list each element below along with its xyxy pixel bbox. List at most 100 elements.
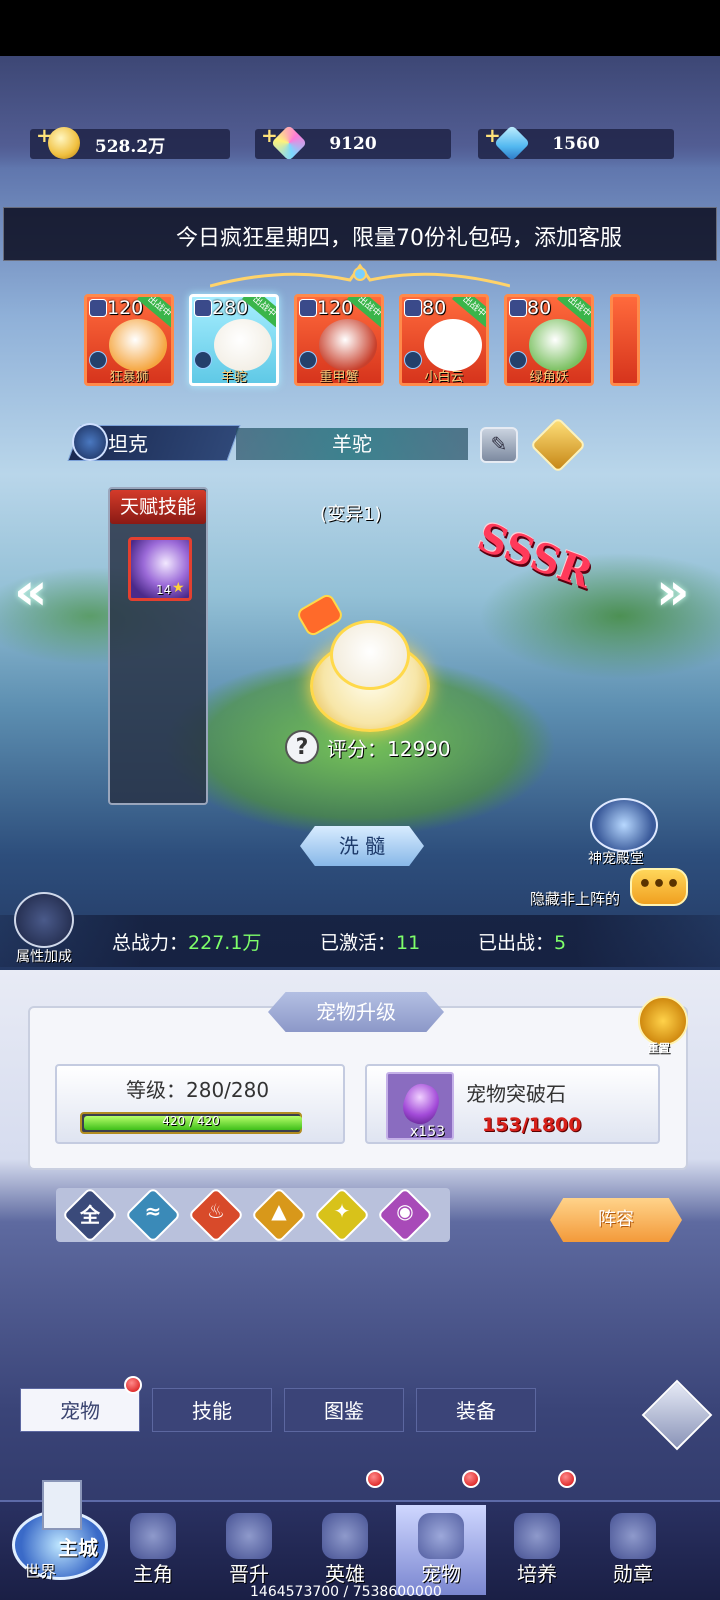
pet-card-name: 重甲蟹 (319, 370, 359, 385)
next-pet-arrow-icon[interactable]: » (656, 562, 690, 622)
pet-portrait (214, 319, 272, 371)
nav-item[interactable]: 主角 (108, 1505, 198, 1595)
sub-tab[interactable]: 装备 (416, 1388, 536, 1432)
pet-card-name: 绿角妖 (529, 370, 569, 385)
nav-icon (130, 1513, 176, 1559)
pet-portrait (424, 319, 482, 371)
pet-card[interactable]: 80 出战中 小白云 (399, 294, 489, 386)
attribute-bonus-icon[interactable] (14, 892, 74, 948)
nav-item[interactable]: 培养 (492, 1505, 582, 1595)
element-icon (509, 299, 527, 317)
pet-temple-icon[interactable] (590, 798, 658, 852)
notification-dot (558, 1470, 576, 1488)
sub-tab[interactable]: 图鉴 (284, 1388, 404, 1432)
pet-variant: (变异1) (320, 504, 382, 525)
pet-card[interactable]: 120 出战中 重甲蟹 (294, 294, 384, 386)
pet-card[interactable]: 80 出战中 绿角妖 (504, 294, 594, 386)
talent-title: 天赋技能 (110, 490, 206, 524)
gold-value: 528.2万 (94, 136, 166, 157)
element-icon (404, 299, 422, 317)
help-icon[interactable]: ? (285, 730, 319, 764)
nav-item[interactable]: 勋章 (588, 1505, 678, 1595)
nav-icon (418, 1513, 464, 1559)
stone-name: 宠物突破石 (466, 1082, 566, 1106)
pet-card-name: 小白云 (424, 370, 464, 385)
stone-requirement: 153/1800 (482, 1114, 582, 1136)
level-text: 等级：280/280 (126, 1078, 270, 1102)
sub-tab[interactable]: 技能 (152, 1388, 272, 1432)
reset-label: 重置 (648, 1042, 670, 1055)
nav-label: 英雄 (325, 1562, 365, 1586)
castle-icon (42, 1480, 82, 1530)
lineup-button[interactable]: 阵容 (550, 1198, 682, 1242)
reset-icon[interactable] (638, 996, 688, 1046)
nav-item[interactable]: 晋升 (204, 1505, 294, 1595)
element-icon (299, 299, 317, 317)
element-filter-glyph: 全 (80, 1203, 100, 1227)
nav-label: 培养 (517, 1562, 557, 1586)
deployed-count: 已出战：5 (478, 932, 567, 954)
previous-pet-arrow-icon[interactable]: « (14, 562, 48, 622)
stone-count: x153 (410, 1124, 446, 1140)
notification-dot (366, 1470, 384, 1488)
pet-portrait (109, 319, 167, 371)
nav-item[interactable]: 英雄 (300, 1505, 390, 1595)
notification-dot (124, 1376, 142, 1394)
element-filter-glyph: ◉ (396, 1199, 414, 1223)
exp-text: 420 / 420 (162, 1114, 220, 1128)
crown-ornament-icon (210, 263, 510, 288)
pet-card[interactable]: 120 出战中 狂暴狮 (84, 294, 174, 386)
pet-name: 羊驼 (332, 432, 372, 456)
gold-counter[interactable]: + 528.2万 (30, 123, 230, 159)
nav-label: 晋升 (229, 1562, 269, 1586)
announcement-text: 今日疯狂星期四，限量70份礼包码，添加客服 (176, 226, 622, 251)
nav-label: 勋章 (613, 1562, 653, 1586)
nav-label: 宠物 (421, 1562, 461, 1586)
wash-button[interactable]: 洗 髓 (300, 826, 424, 866)
pet-name-bar: 羊驼 (236, 428, 468, 460)
element-filter-glyph: ▲ (271, 1199, 287, 1223)
nav-item[interactable]: 宠物 (396, 1505, 486, 1595)
score-text: 评分：12990 (327, 736, 451, 761)
upgrade-title: 宠物升级 (268, 992, 444, 1032)
main-city-label: 主城 (58, 1536, 98, 1560)
pet-card[interactable]: 280 出战中 羊驼 (189, 294, 279, 386)
activated-count: 已激活：11 (320, 932, 421, 954)
gold-coin-icon (48, 127, 80, 159)
notification-dot (462, 1470, 480, 1488)
hide-undeployed-label[interactable]: 隐藏非上阵的 (530, 888, 620, 909)
pet-model[interactable] (295, 592, 440, 735)
element-icon (89, 299, 107, 317)
pet-card-name: 羊驼 (220, 370, 247, 385)
pet-card-level: 80 (422, 297, 447, 319)
chat-icon[interactable]: ••• (630, 868, 688, 906)
world-label: 世界 (24, 1562, 57, 1581)
crystal-counter[interactable]: + 9120 (255, 123, 451, 162)
nav-label: 主角 (133, 1562, 173, 1586)
pet-portrait (319, 319, 377, 371)
element-filter-glyph: ≈ (144, 1199, 162, 1223)
pet-role: 坦克 (108, 432, 148, 456)
pet-portrait (529, 319, 587, 371)
element-filter-glyph: ✦ (333, 1199, 351, 1223)
score-row: ? 评分：12990 (285, 730, 451, 764)
pet-card-level: 80 (527, 297, 552, 319)
talent-skill-level: 14 (156, 583, 172, 597)
main-city-button[interactable]: 主城 世界 (12, 1470, 108, 1581)
rename-feather-button[interactable]: ✎ (480, 427, 518, 463)
nav-icon (514, 1513, 560, 1559)
diamond-counter[interactable]: + 1560 (478, 123, 674, 162)
attribute-bonus-label: 属性加成 (16, 949, 72, 965)
status-bar (0, 0, 720, 56)
pet-temple-label: 神宠殿堂 (588, 851, 644, 867)
tank-shield-icon (72, 423, 108, 461)
nav-icon (610, 1513, 656, 1559)
diamond-value: 1560 (552, 134, 600, 154)
total-power: 总战力：227.1万 (112, 932, 262, 954)
talent-panel (108, 487, 208, 805)
nav-icon (226, 1513, 272, 1559)
pet-card-partial[interactable] (610, 294, 640, 386)
sub-tab[interactable]: 宠物 (20, 1388, 140, 1432)
crystal-value: 9120 (329, 134, 377, 154)
announcement-marquee: 今日疯狂星期四，限量70份礼包码，添加客服 (3, 207, 717, 261)
